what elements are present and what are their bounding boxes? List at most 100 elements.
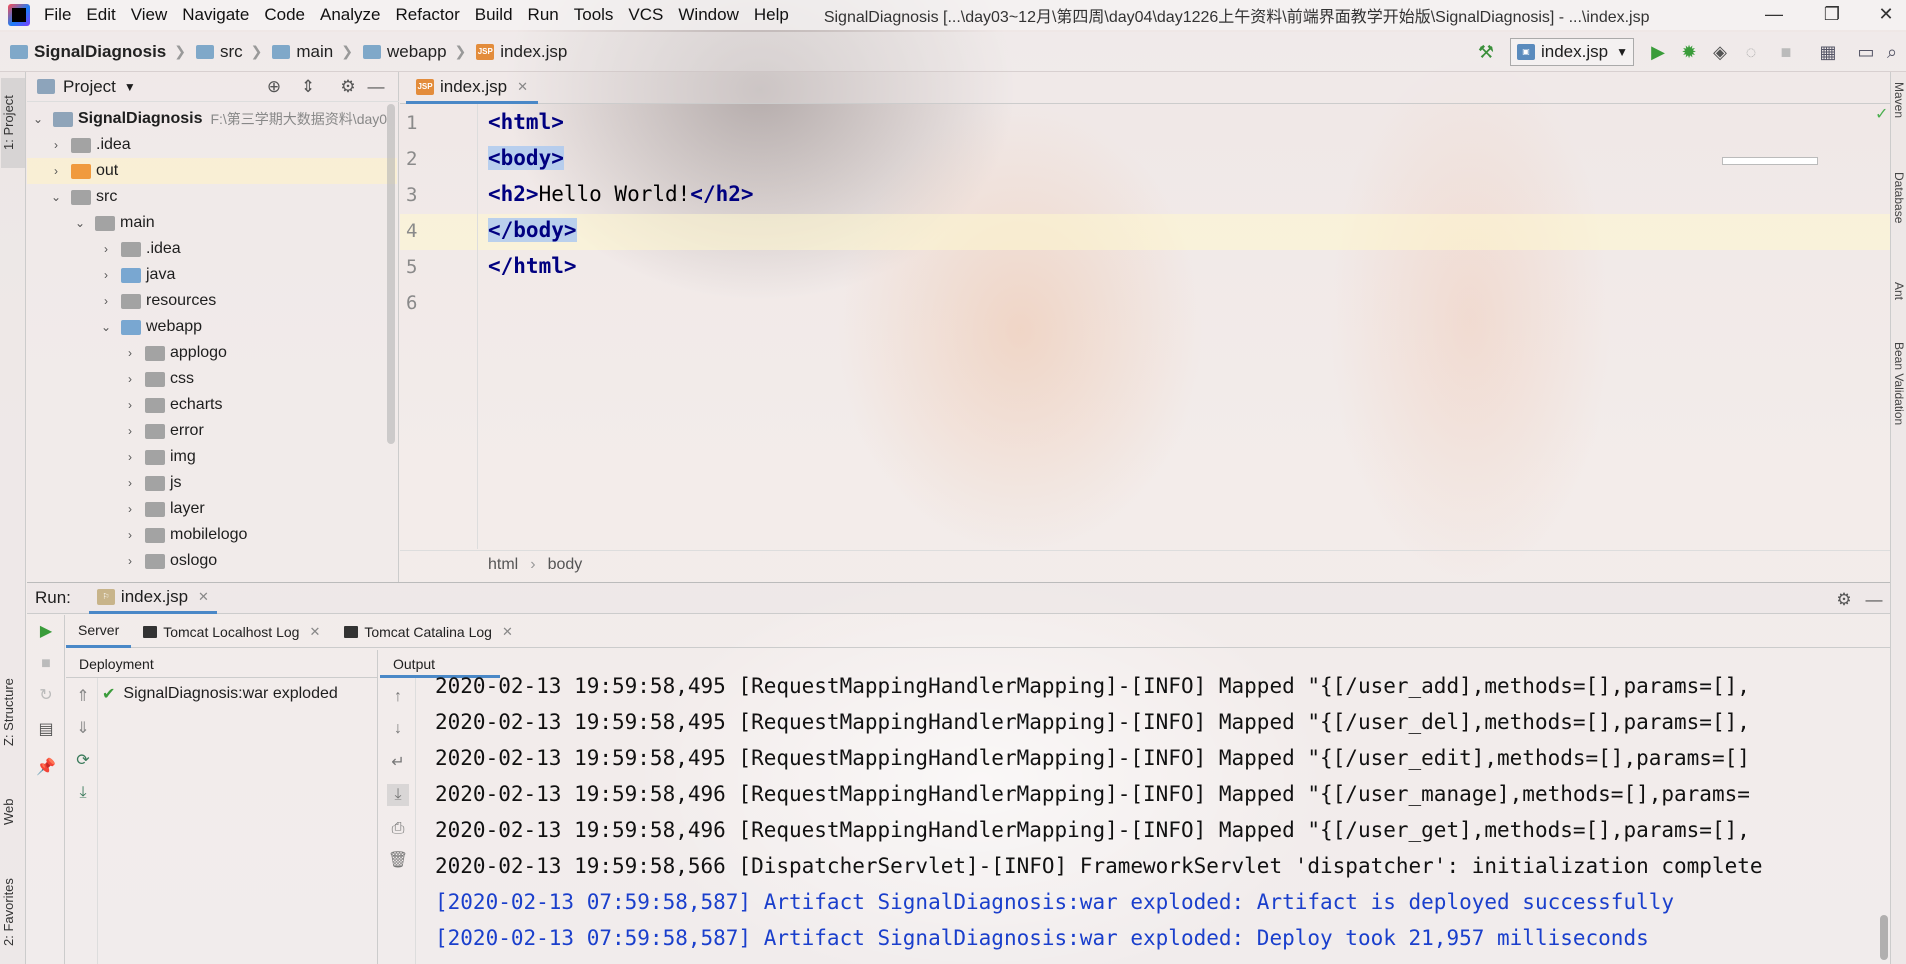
deploy-up-icon[interactable]: ⇑ [72,686,94,708]
menu-window[interactable]: Window [678,5,738,25]
chevron-right-icon[interactable]: › [123,476,137,490]
run-configuration-select[interactable]: ▣ index.jsp ▼ [1510,38,1634,66]
hide-panel-icon[interactable]: — [1863,589,1885,611]
locate-target-icon[interactable]: ⊕ [263,76,285,98]
code-editor[interactable]: 1 2 3 4 5 6 <html> <body> <h2>Hello Worl… [400,104,1890,549]
tool-tab-bean-validation[interactable]: Bean Validation [1892,342,1906,472]
project-structure-icon[interactable]: ▦ [1816,40,1840,64]
breadcrumb-webapp[interactable]: webapp [362,42,447,62]
menu-view[interactable]: View [131,5,168,25]
build-hammer-icon[interactable]: ⚒ [1474,40,1498,64]
breadcrumb-project[interactable]: SignalDiagnosis [10,42,166,62]
scroll-to-end-icon[interactable]: ⤓ [387,784,409,806]
menu-navigate[interactable]: Navigate [182,5,249,25]
chevron-right-icon[interactable]: › [99,268,113,282]
tool-tab-web[interactable]: Web [1,782,25,842]
soft-wrap-icon[interactable]: ↵ [387,752,409,774]
arrow-down-icon[interactable]: ↓ [387,718,409,740]
print-icon[interactable]: ⎙ [387,818,409,840]
menu-refactor[interactable]: Refactor [395,5,459,25]
tab-server[interactable]: Server [66,616,132,648]
tree-item[interactable]: › mobilelogo [27,522,397,548]
download-icon[interactable]: ⤓ [72,782,94,804]
chevron-down-icon[interactable]: ▼ [124,80,136,94]
breadcrumb-src[interactable]: src [195,42,243,62]
stop-icon[interactable]: ■ [1774,40,1798,64]
chevron-down-icon[interactable]: ⌄ [73,216,87,230]
chevron-right-icon[interactable]: › [99,242,113,256]
run-icon[interactable]: ▶ [35,621,57,643]
menu-analyze[interactable]: Analyze [320,5,380,25]
close-icon[interactable]: ✕ [198,589,209,605]
chevron-right-icon[interactable]: › [99,294,113,308]
menu-tools[interactable]: Tools [574,5,614,25]
chevron-right-icon[interactable]: › [123,346,137,360]
tree-item[interactable]: ⌄ webapp [27,314,397,340]
chevron-right-icon[interactable]: › [123,398,137,412]
gear-icon[interactable]: ⚙ [337,76,359,98]
close-button[interactable]: ✕ [1874,4,1898,26]
pin-icon[interactable]: 📌 [35,757,57,779]
tool-tab-favorites[interactable]: 2: Favorites [1,862,25,962]
tab-tomcat-localhost-log[interactable]: Tomcat Localhost Log ✕ [131,616,332,648]
menu-build[interactable]: Build [475,5,513,25]
chevron-right-icon[interactable]: › [123,372,137,386]
tree-item[interactable]: › error [27,418,397,444]
arrow-up-icon[interactable]: ↑ [387,686,409,708]
tree-item[interactable]: › java [27,262,397,288]
chevron-down-icon[interactable]: ⌄ [31,112,45,126]
tree-item[interactable]: › applogo [27,340,397,366]
breadcrumb-main[interactable]: main [272,42,333,62]
menu-help[interactable]: Help [754,5,789,25]
search-icon[interactable]: ⌕ [1882,40,1902,64]
menu-run[interactable]: Run [528,5,559,25]
profile-icon[interactable]: ◌ [1739,40,1763,64]
chevron-down-icon[interactable]: ⌄ [49,190,63,204]
stop-icon[interactable]: ■ [35,653,57,675]
tree-item[interactable]: › .idea [27,132,397,158]
chevron-right-icon[interactable]: › [123,424,137,438]
tree-item[interactable]: › css [27,366,397,392]
collapse-all-icon[interactable]: ⇕ [297,76,319,98]
tree-root[interactable]: ⌄ SignalDiagnosis F:\第三学期大数据资料\day0 [27,106,397,132]
rerun-icon[interactable]: ↻ [35,685,57,707]
project-panel-title[interactable]: Project [63,77,116,97]
output-scrollbar[interactable] [1880,915,1888,960]
debug-icon[interactable]: ✹ [1677,40,1701,64]
tool-tab-project[interactable]: 1: Project [1,78,25,168]
tree-item[interactable]: › layer [27,496,397,522]
layout-icon[interactable]: ▤ [35,719,57,741]
tree-item[interactable]: › resources [27,288,397,314]
close-icon[interactable]: ✕ [309,624,320,640]
deployment-item[interactable]: ✔ SignalDiagnosis:war exploded [102,684,338,704]
tool-tab-database[interactable]: Database [1892,172,1906,262]
run-icon[interactable]: ▶ [1646,40,1670,64]
tree-item[interactable]: › js [27,470,397,496]
menu-vcs[interactable]: VCS [628,5,663,25]
chevron-right-icon[interactable]: › [123,554,137,568]
refresh-icon[interactable]: ⟳ [72,750,94,772]
hide-panel-icon[interactable]: — [365,76,387,98]
tool-tab-ant[interactable]: Ant [1892,282,1906,322]
trash-icon[interactable]: 🗑 [387,850,409,872]
tab-tomcat-catalina-log[interactable]: Tomcat Catalina Log ✕ [332,616,525,648]
tree-item[interactable]: › img [27,444,397,470]
chevron-right-icon[interactable]: › [49,164,63,178]
tree-item[interactable]: › echarts [27,392,397,418]
editor-tab-index-jsp[interactable]: JSP index.jsp ✕ [406,72,539,104]
menu-file[interactable]: File [44,5,71,25]
chevron-right-icon[interactable]: › [123,528,137,542]
chevron-down-icon[interactable]: ⌄ [99,320,113,334]
editor-crumb-body[interactable]: body [548,556,583,574]
tool-tab-structure[interactable]: Z: Structure [1,662,25,762]
project-scrollbar[interactable] [387,104,395,444]
undeploy-icon[interactable]: ⇓ [72,718,94,740]
gear-icon[interactable]: ⚙ [1833,589,1855,611]
chevron-right-icon[interactable]: › [123,502,137,516]
tree-item[interactable]: › .idea [27,236,397,262]
tree-item[interactable]: ⌄ src [27,184,397,210]
menu-code[interactable]: Code [264,5,305,25]
run-tab-index-jsp[interactable]: ⚐ index.jsp ✕ [88,582,217,614]
minimize-button[interactable]: — [1762,4,1786,26]
menu-edit[interactable]: Edit [86,5,115,25]
